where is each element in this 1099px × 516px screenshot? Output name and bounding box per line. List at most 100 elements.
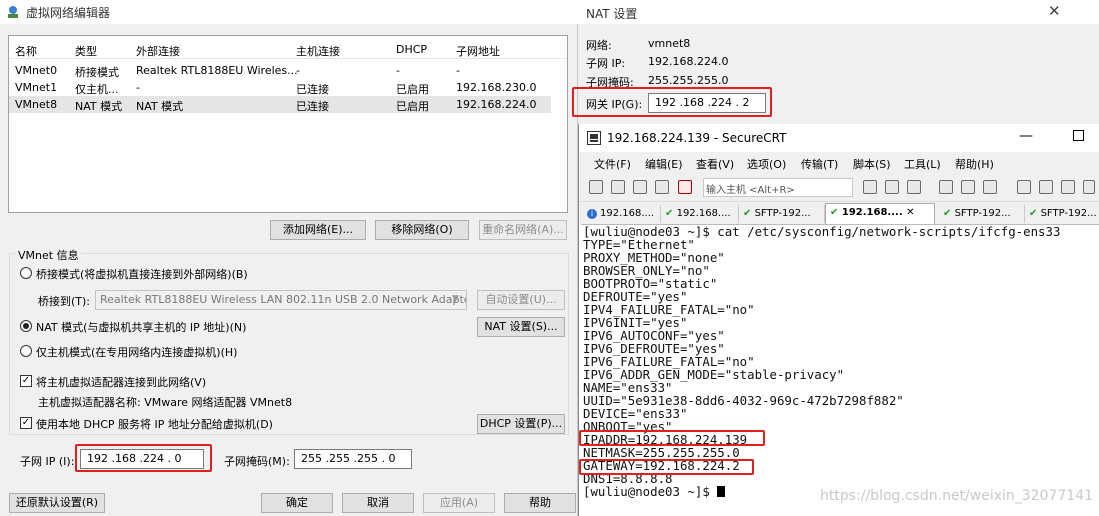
session-tab-active[interactable]: ✔ 192.168.... ✕ (825, 203, 935, 224)
session-tab[interactable]: ✔ SFTP-192... (939, 205, 1025, 223)
session-options-icon[interactable] (1017, 180, 1031, 194)
dhcp-checkbox[interactable]: ✓ (20, 417, 32, 429)
keymap-icon[interactable] (1061, 180, 1075, 194)
column-header[interactable]: 外部连接 (136, 43, 180, 59)
cell: - (396, 64, 400, 77)
ok-button[interactable]: 确定 (261, 493, 333, 513)
nat-mode-radio[interactable] (20, 320, 32, 332)
bridge-mode-radio[interactable] (20, 267, 32, 279)
session-tab[interactable]: ✔ SFTP-192... (1025, 205, 1099, 223)
session-tab-label: SFTP-192... (1040, 208, 1097, 219)
nat-settings-button[interactable]: NAT 设置(S)... (477, 317, 565, 337)
check-icon: ✔ (665, 208, 674, 219)
virtual-network-editor-window: 虚拟网络编辑器 名称 类型 外部连接 主机连接 DHCP 子网地址 VMnet0… (0, 0, 578, 516)
minimize-icon[interactable]: — (1019, 128, 1033, 144)
check-icon: ✔ (830, 207, 839, 218)
cell: - (136, 81, 140, 94)
auto-settings-button[interactable]: 自动设置(U)... (477, 290, 565, 310)
cell: 已启用 (396, 100, 429, 113)
nat-subnet-ip-label: 子网 IP: (586, 57, 626, 70)
column-header[interactable]: 名称 (15, 43, 37, 59)
reconnect-icon[interactable] (655, 180, 669, 194)
print-icon[interactable] (961, 180, 975, 194)
paste-icon[interactable] (885, 180, 899, 194)
nat-titlebar: NAT 设置 ✕ (578, 0, 1099, 24)
menu-help[interactable]: 帮助(H) (955, 156, 994, 172)
close-tab-icon[interactable]: ✕ (906, 207, 914, 218)
menu-view[interactable]: 查看(V) (696, 156, 734, 172)
cell: 192.168.224.0 (456, 98, 537, 111)
highlight-box (572, 87, 772, 117)
host-input[interactable]: 输入主机 <Alt+R> (703, 178, 853, 197)
remove-network-button[interactable]: 移除网络(O) (375, 220, 469, 240)
nat-subnet-ip-value: 192.168.224.0 (648, 55, 729, 68)
session-tab-label: 192.168.... (676, 208, 731, 219)
vmnet-info-title: VMnet 信息 (16, 247, 81, 263)
key-icon[interactable] (1083, 180, 1095, 194)
session-tab[interactable]: ✔ 192.168.... (661, 205, 739, 223)
menu-tools[interactable]: 工具(L) (904, 156, 941, 172)
subnet-ip-label: 子网 IP (I): (20, 455, 75, 468)
highlight-box (579, 430, 765, 446)
session-tab[interactable]: i 192.168.... (583, 205, 661, 223)
global-options-icon[interactable] (1039, 180, 1053, 194)
cell: VMnet0 (15, 64, 58, 77)
bridge-to-label: 桥接到(T): (38, 295, 91, 308)
column-header[interactable]: 子网地址 (456, 43, 500, 59)
connect-icon[interactable] (589, 180, 603, 194)
bridge-adapter-select[interactable]: Realtek RTL8188EU Wireless LAN 802.11n U… (95, 290, 467, 310)
cell: 192.168.230.0 (456, 81, 537, 94)
network-row-vmnet1[interactable]: VMnet1 仅主机... - 已连接 已启用 192.168.230.0 (9, 79, 567, 96)
session-tab-label: SFTP-192... (954, 208, 1011, 219)
menu-script[interactable]: 脚本(S) (853, 156, 891, 172)
cell: 桥接模式 (75, 66, 119, 79)
disconnect-icon[interactable] (678, 180, 692, 194)
crt-menubar: 文件(F) 编辑(E) 查看(V) 选项(O) 传输(T) 脚本(S) 工具(L… (579, 152, 1099, 174)
securecrt-app-icon (587, 131, 601, 145)
printer-icon[interactable] (983, 180, 997, 194)
host-only-radio[interactable] (20, 345, 32, 357)
column-header[interactable]: 主机连接 (296, 43, 340, 59)
session-tab[interactable]: ✔ SFTP-192... (739, 205, 825, 223)
help-button[interactable]: 帮助 (504, 493, 576, 513)
add-network-button[interactable]: 添加网络(E)... (270, 220, 366, 240)
check-icon: ✔ (1029, 208, 1038, 219)
maximize-icon[interactable] (1073, 130, 1084, 141)
cell: - (296, 64, 300, 77)
cell: NAT 模式 (75, 100, 123, 113)
network-row-vmnet8[interactable]: VMnet8 NAT 模式 NAT 模式 已连接 已启用 192.168.224… (9, 96, 551, 113)
rename-network-button[interactable]: 重命名网络(A)... (479, 220, 567, 240)
cell: Realtek RTL8188EU Wireles... (136, 64, 298, 77)
connect-adapter-checkbox[interactable]: ✓ (20, 375, 32, 387)
menu-file[interactable]: 文件(F) (594, 156, 631, 172)
column-header[interactable]: 类型 (75, 43, 97, 59)
host-only-label: 仅主机模式(在专用网络内连接虚拟机)(H) (36, 346, 238, 359)
vne-app-icon (6, 5, 20, 19)
quick-connect-icon[interactable] (611, 180, 625, 194)
close-icon[interactable]: ✕ (1048, 2, 1061, 20)
crt-toolbar: 输入主机 <Alt+R> (579, 174, 1099, 202)
menu-transfer[interactable]: 传输(T) (801, 156, 838, 172)
menu-edit[interactable]: 编辑(E) (645, 156, 683, 172)
print-setup-icon[interactable] (939, 180, 953, 194)
apply-button[interactable]: 应用(A) (423, 493, 495, 513)
copy-icon[interactable] (863, 180, 877, 194)
find-icon[interactable] (907, 180, 921, 194)
cancel-button[interactable]: 取消 (342, 493, 414, 513)
network-list[interactable]: 名称 类型 外部连接 主机连接 DHCP 子网地址 VMnet0 桥接模式 Re… (8, 35, 568, 213)
nat-title: NAT 设置 (586, 7, 638, 21)
menu-options[interactable]: 选项(O) (747, 156, 786, 172)
securecrt-window: 192.168.224.139 - SecureCRT — 文件(F) 编辑(E… (578, 124, 1099, 516)
bridge-mode-label: 桥接模式(将虚拟机直接连接到外部网络)(B) (36, 268, 248, 281)
cell: 已连接 (296, 100, 329, 113)
connect-tab-icon[interactable] (633, 180, 647, 194)
column-header[interactable]: DHCP (396, 43, 427, 56)
restore-defaults-button[interactable]: 还原默认设置(R) (9, 493, 105, 513)
subnet-mask-input[interactable]: 255 .255 .255 . 0 (294, 449, 412, 469)
network-row-vmnet0[interactable]: VMnet0 桥接模式 Realtek RTL8188EU Wireles...… (9, 62, 567, 79)
session-tab-label: 192.168.... (841, 207, 903, 218)
dhcp-settings-button[interactable]: DHCP 设置(P)... (477, 414, 565, 434)
bridge-adapter-value: Realtek RTL8188EU Wireless LAN 802.11n U… (100, 293, 467, 306)
nat-subnet-mask-value: 255.255.255.0 (648, 74, 729, 87)
terminal-prompt: [wuliu@node03 ~]$ (583, 484, 718, 499)
